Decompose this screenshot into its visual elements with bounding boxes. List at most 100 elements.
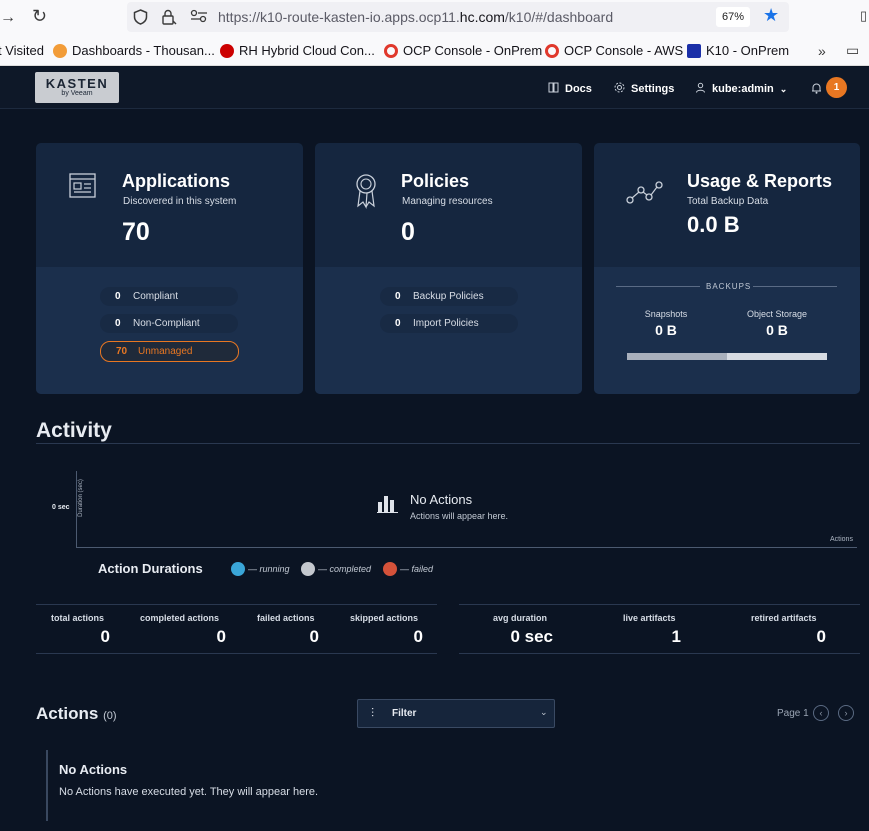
filter-label: Filter bbox=[392, 708, 417, 719]
divider bbox=[753, 286, 837, 287]
bookmark-label: t Visited bbox=[0, 43, 45, 58]
gear-icon bbox=[614, 82, 625, 96]
bookmark-label: OCP Console - OnPrem bbox=[403, 43, 543, 58]
completed-actions-value: 0 bbox=[216, 627, 226, 646]
object-storage-label: Object Storage bbox=[746, 309, 808, 319]
retired-artifacts-label: retired artifacts bbox=[751, 613, 817, 623]
reload-icon[interactable]: ↻ bbox=[32, 7, 47, 25]
folder-icon[interactable]: ▭ bbox=[846, 42, 859, 58]
actions-title: Actions (0) bbox=[36, 704, 117, 724]
notification-count-badge[interactable]: 1 bbox=[826, 77, 847, 98]
running-legend-dot bbox=[231, 562, 245, 576]
permissions-icon[interactable] bbox=[190, 9, 208, 27]
applications-count: 70 bbox=[122, 218, 150, 246]
docs-link[interactable]: Docs bbox=[548, 82, 592, 96]
backup-policies-count: 0 bbox=[395, 291, 401, 302]
bell-icon[interactable] bbox=[811, 81, 822, 99]
chevron-down-icon: ⌄ bbox=[540, 707, 548, 717]
shield-icon[interactable] bbox=[133, 9, 148, 29]
retired-artifacts-value: 0 bbox=[816, 627, 826, 646]
actions-count: (0) bbox=[103, 710, 117, 722]
divider bbox=[616, 286, 700, 287]
completed-legend-label: — completed bbox=[318, 564, 372, 574]
policies-title: Policies bbox=[401, 171, 470, 191]
action-durations-title: Action Durations bbox=[98, 561, 203, 576]
bookmark-ocp-aws[interactable]: OCP Console - AWS bbox=[545, 43, 683, 58]
y-axis-label: Duration (sec) bbox=[77, 479, 84, 517]
user-menu[interactable]: kube:admin ⌄ bbox=[695, 82, 787, 96]
extension-icon[interactable]: ▯ bbox=[860, 8, 867, 24]
zoom-level[interactable]: 67% bbox=[716, 7, 750, 27]
empty-state-accent bbox=[46, 750, 48, 821]
failed-actions-value: 0 bbox=[309, 627, 319, 646]
bookmark-dashboards[interactable]: Dashboards - Thousan... bbox=[53, 43, 215, 58]
total-actions-label: total actions bbox=[51, 613, 105, 623]
bookmark-k10-onprem[interactable]: K10 - OnPrem bbox=[687, 43, 789, 58]
filter-dropdown[interactable]: ⫶ Filter ⌄ bbox=[357, 699, 555, 728]
skipped-actions-label: skipped actions bbox=[350, 613, 419, 623]
chart-y-axis bbox=[76, 471, 77, 548]
award-ribbon-icon bbox=[355, 173, 377, 214]
object-storage-value: 0 B bbox=[766, 322, 788, 338]
chart-x-axis bbox=[76, 547, 857, 548]
import-policies-row[interactable]: 0 Import Policies bbox=[380, 314, 518, 333]
failed-actions-label: failed actions bbox=[257, 613, 315, 623]
logo-subtext: by Veeam bbox=[61, 90, 93, 97]
skipped-actions-value: 0 bbox=[413, 627, 423, 646]
user-name: kube:admin bbox=[712, 83, 774, 95]
unmanaged-count: 70 bbox=[116, 346, 128, 357]
snapshots-label: Snapshots bbox=[644, 309, 688, 319]
usage-total: 0.0 B bbox=[687, 212, 740, 237]
non-compliant-label: Non-Compliant bbox=[133, 318, 200, 329]
eye-icon bbox=[53, 43, 67, 58]
actions-title-text: Actions bbox=[36, 704, 99, 723]
backup-policies-row[interactable]: 0 Backup Policies bbox=[380, 287, 518, 306]
user-icon bbox=[695, 82, 706, 96]
bookmark-most-visited[interactable]: t Visited bbox=[0, 43, 44, 58]
url-text[interactable]: https://k10-route-kasten-io.apps.ocp11.h… bbox=[218, 9, 613, 25]
policies-count: 0 bbox=[401, 218, 415, 246]
bar-chart-icon bbox=[377, 494, 398, 518]
bookmark-label: OCP Console - AWS bbox=[564, 43, 684, 58]
lock-icon[interactable] bbox=[161, 9, 177, 29]
bookmark-rh-hybrid[interactable]: RH Hybrid Cloud Con... bbox=[220, 43, 375, 58]
settings-label: Settings bbox=[631, 83, 675, 95]
running-legend-label: — running bbox=[248, 564, 290, 574]
forward-arrow-icon[interactable]: → bbox=[0, 10, 16, 26]
snapshots-bar bbox=[627, 353, 727, 360]
usage-title: Usage & Reports bbox=[687, 171, 833, 191]
bookmark-ocp-onprem[interactable]: OCP Console - OnPrem bbox=[384, 43, 542, 58]
avg-duration-label: avg duration bbox=[493, 613, 548, 623]
activity-divider bbox=[36, 443, 860, 444]
more-bookmarks-icon[interactable]: » bbox=[818, 43, 826, 59]
page-indicator: Page 1 bbox=[777, 708, 809, 719]
docs-label: Docs bbox=[565, 83, 592, 95]
no-actions-title: No Actions bbox=[410, 492, 473, 507]
prev-page-button[interactable]: ‹ bbox=[813, 705, 829, 721]
stats-top-divider bbox=[36, 604, 437, 605]
kasten-logo[interactable]: KASTEN by Veeam bbox=[35, 72, 119, 103]
policies-subtitle: Managing resources bbox=[402, 196, 493, 207]
filter-sliders-icon: ⫶ bbox=[371, 706, 375, 720]
next-page-button[interactable]: › bbox=[838, 705, 854, 721]
logo-text: KASTEN bbox=[45, 76, 109, 91]
empty-actions-title: No Actions bbox=[59, 762, 128, 777]
no-actions-subtitle: Actions will appear here. bbox=[410, 511, 509, 521]
completed-legend-dot bbox=[301, 562, 315, 576]
activity-title: Activity bbox=[36, 419, 112, 442]
non-compliant-row[interactable]: 0 Non-Compliant bbox=[100, 314, 238, 333]
k10-icon bbox=[687, 43, 701, 58]
stats-top-divider bbox=[459, 604, 860, 605]
bookmark-label: K10 - OnPrem bbox=[706, 43, 790, 58]
object-storage-bar bbox=[727, 353, 827, 360]
usage-subtitle: Total Backup Data bbox=[687, 196, 769, 207]
applications-subtitle: Discovered in this system bbox=[123, 196, 237, 207]
compliant-row[interactable]: 0 Compliant bbox=[100, 287, 238, 306]
stats-bottom-divider bbox=[36, 653, 437, 654]
openshift-icon bbox=[384, 43, 398, 58]
bookmark-star-icon[interactable]: ★ bbox=[763, 6, 779, 24]
chevron-down-icon: ⌄ bbox=[779, 83, 788, 94]
unmanaged-row[interactable]: 70 Unmanaged bbox=[100, 341, 239, 362]
settings-link[interactable]: Settings bbox=[614, 82, 674, 96]
failed-legend-label: — failed bbox=[400, 564, 434, 574]
